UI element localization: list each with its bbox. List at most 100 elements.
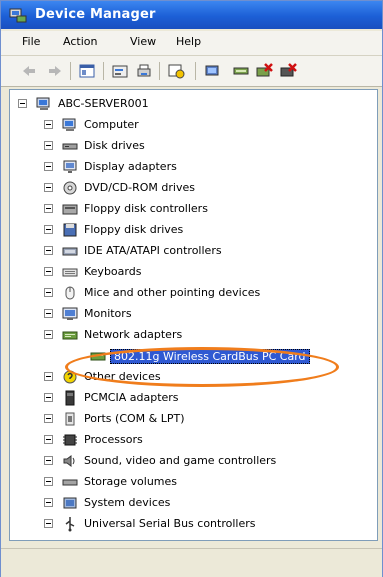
tree-item-label: Computer	[84, 118, 139, 131]
tree-item[interactable]: Ports (COM & LPT)	[10, 409, 377, 430]
tree-item-label: Monitors	[84, 307, 132, 320]
expand-box[interactable]	[44, 288, 53, 297]
monitor-icon	[62, 306, 78, 322]
expand-box[interactable]	[44, 267, 53, 276]
processor-icon	[62, 432, 78, 448]
floppy-controller-icon	[62, 201, 78, 217]
expand-box[interactable]	[44, 498, 53, 507]
tree-item[interactable]: Display adapters	[10, 157, 377, 178]
show-hide-tree-icon[interactable]	[78, 62, 96, 80]
unknown-device-icon	[62, 369, 78, 385]
tree-item[interactable]: Universal Serial Bus controllers	[10, 514, 377, 535]
expand-box[interactable]	[44, 456, 53, 465]
display-adapter-icon	[62, 159, 78, 175]
usb-icon	[62, 516, 78, 532]
scan-hardware-icon[interactable]	[204, 62, 222, 80]
computer-icon	[36, 96, 52, 112]
tree-item-label: Processors	[84, 433, 143, 446]
expand-box[interactable]	[44, 414, 53, 423]
tree-item-label: Other devices	[84, 370, 161, 383]
expand-box[interactable]	[44, 519, 53, 528]
menu-file[interactable]: File	[22, 35, 40, 48]
toolbar-separator	[195, 62, 196, 80]
keyboard-icon	[62, 264, 78, 280]
tree-item[interactable]: Computer	[10, 115, 377, 136]
expand-box[interactable]	[44, 246, 53, 255]
tree-item-label: Network adapters	[84, 328, 183, 341]
tree-item-label: System devices	[84, 496, 171, 509]
tree-item[interactable]: Processors	[10, 430, 377, 451]
expand-box[interactable]	[44, 162, 53, 171]
toolbar-separator	[103, 62, 104, 80]
expand-box[interactable]	[44, 372, 53, 381]
tree-item-label: Universal Serial Bus controllers	[84, 517, 256, 530]
expand-box[interactable]	[44, 204, 53, 213]
tree-item[interactable]: Disk drives	[10, 136, 377, 157]
expand-box[interactable]	[44, 141, 53, 150]
tree-item-label: PCMCIA adapters	[84, 391, 179, 404]
tree-item[interactable]: Mice and other pointing devices	[10, 283, 377, 304]
tree-item[interactable]: Sound, video and game controllers	[10, 451, 377, 472]
menu-action[interactable]: Action	[63, 35, 97, 48]
tree-item-selected[interactable]: 802.11g Wireless CardBus PC Card	[10, 346, 377, 367]
tree-item[interactable]: System devices	[10, 493, 377, 514]
tree-item-label: Floppy disk drives	[84, 223, 184, 236]
menu-help[interactable]: Help	[176, 35, 201, 48]
forward-arrow-icon[interactable]	[46, 62, 64, 80]
storage-volume-icon	[62, 474, 78, 490]
status-bar	[1, 548, 382, 577]
menu-bar: File Action View Help	[1, 31, 382, 56]
expand-box[interactable]	[44, 183, 53, 192]
tree-item[interactable]: Other devices	[10, 367, 377, 388]
selected-device-label: 802.11g Wireless CardBus PC Card	[110, 349, 310, 364]
update-driver-icon[interactable]	[232, 62, 250, 80]
tree-item[interactable]: Floppy disk controllers	[10, 199, 377, 220]
print-icon[interactable]	[135, 62, 153, 80]
tree-item[interactable]: Floppy disk drives	[10, 220, 377, 241]
tree-item[interactable]: IDE ATA/ATAPI controllers	[10, 241, 377, 262]
window-title: Device Manager	[35, 7, 156, 22]
collapse-box[interactable]	[44, 330, 53, 339]
back-arrow-icon[interactable]	[20, 62, 38, 80]
tree-item[interactable]: PCMCIA adapters	[10, 388, 377, 409]
computer-icon	[62, 117, 78, 133]
title-bar[interactable]: Device Manager	[1, 1, 382, 29]
expand-box[interactable]	[44, 477, 53, 486]
tree-item-label: Ports (COM & LPT)	[84, 412, 185, 425]
network-card-icon	[90, 348, 106, 364]
help-icon[interactable]	[167, 62, 185, 80]
tree-root[interactable]: ABC-SERVER001	[10, 94, 377, 115]
expand-box[interactable]	[44, 120, 53, 129]
device-tree[interactable]: ABC-SERVER001 Computer Disk drives Displ…	[9, 89, 378, 541]
tree-item[interactable]: Keyboards	[10, 262, 377, 283]
expand-box[interactable]	[44, 225, 53, 234]
root-label: ABC-SERVER001	[58, 97, 149, 110]
network-adapter-icon	[62, 327, 78, 343]
tree-item[interactable]: Network adapters	[10, 325, 377, 346]
ide-controller-icon	[62, 243, 78, 259]
pcmcia-icon	[62, 390, 78, 406]
expand-box[interactable]	[44, 435, 53, 444]
expand-box[interactable]	[44, 393, 53, 402]
tree-item-label: Disk drives	[84, 139, 145, 152]
system-device-icon	[62, 495, 78, 511]
device-manager-icon	[9, 7, 27, 23]
floppy-drive-icon	[62, 222, 78, 238]
toolbar-separator	[159, 62, 160, 80]
tree-item-label: IDE ATA/ATAPI controllers	[84, 244, 222, 257]
tree-item-label: Mice and other pointing devices	[84, 286, 261, 299]
tree-item-label: Display adapters	[84, 160, 177, 173]
menu-view[interactable]: View	[130, 35, 156, 48]
tree-item-label: Keyboards	[84, 265, 142, 278]
properties-icon[interactable]	[111, 62, 129, 80]
tree-item[interactable]: Monitors	[10, 304, 377, 325]
uninstall-device-icon[interactable]	[279, 62, 297, 80]
disk-drive-icon	[62, 138, 78, 154]
expand-box[interactable]	[44, 309, 53, 318]
disable-device-icon[interactable]	[255, 62, 273, 80]
collapse-box[interactable]	[18, 99, 27, 108]
tree-item[interactable]: DVD/CD-ROM drives	[10, 178, 377, 199]
tree-item-label: Storage volumes	[84, 475, 178, 488]
cd-rom-icon	[62, 180, 78, 196]
tree-item[interactable]: Storage volumes	[10, 472, 377, 493]
